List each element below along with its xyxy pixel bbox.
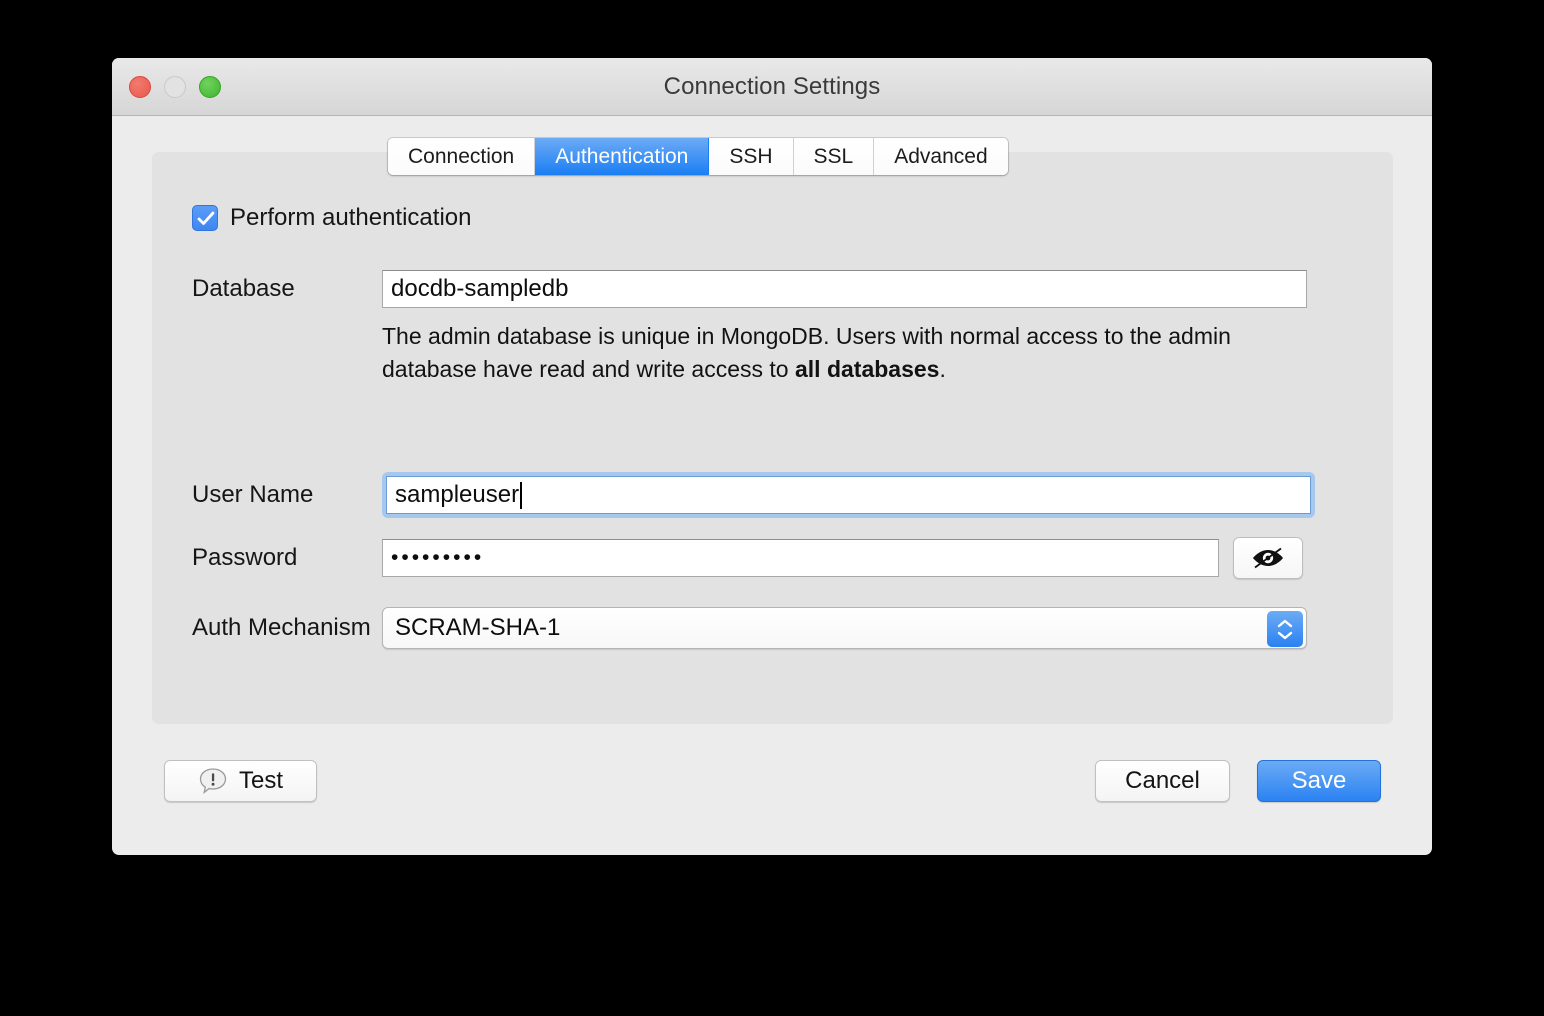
help-text-part2: . xyxy=(939,356,945,382)
username-value: sampleuser xyxy=(395,477,519,513)
check-icon xyxy=(197,211,215,227)
password-input[interactable]: ••••••••• xyxy=(382,539,1219,577)
cancel-button[interactable]: Cancel xyxy=(1095,760,1230,802)
alert-bubble-icon xyxy=(198,766,228,796)
auth-mechanism-select[interactable]: SCRAM-SHA-1 xyxy=(382,607,1307,649)
window-title: Connection Settings xyxy=(112,58,1432,115)
username-input[interactable]: sampleuser xyxy=(386,476,1311,514)
test-button-label: Test xyxy=(239,767,283,795)
toggle-password-visibility-button[interactable] xyxy=(1233,537,1303,579)
authentication-panel: Perform authentication Database docdb-sa… xyxy=(152,152,1393,724)
username-row: User Name sampleuser xyxy=(192,472,1315,518)
perform-authentication-label: Perform authentication xyxy=(230,204,471,232)
eye-slash-icon xyxy=(1250,546,1286,570)
database-row: Database docdb-sampledb xyxy=(192,270,1307,308)
stepper-arrows[interactable] xyxy=(1267,611,1303,647)
chevron-down-icon xyxy=(1277,631,1293,640)
save-button[interactable]: Save xyxy=(1257,760,1381,802)
cancel-button-label: Cancel xyxy=(1125,767,1200,795)
text-caret xyxy=(520,482,522,509)
username-focus-ring: sampleuser xyxy=(382,472,1315,518)
chevron-up-icon xyxy=(1277,619,1293,628)
password-row: Password ••••••••• xyxy=(192,537,1303,579)
database-input[interactable]: docdb-sampledb xyxy=(382,270,1307,308)
window-titlebar: Connection Settings xyxy=(112,58,1432,116)
tab-bar: Connection Authentication SSH SSL Advanc… xyxy=(388,138,1008,175)
help-text-bold: all databases xyxy=(795,356,939,382)
database-label: Database xyxy=(192,275,382,303)
database-help-text: The admin database is unique in MongoDB.… xyxy=(382,320,1317,386)
username-label: User Name xyxy=(192,481,382,509)
tab-connection[interactable]: Connection xyxy=(388,138,535,175)
perform-authentication-row[interactable]: Perform authentication xyxy=(192,204,471,232)
tab-ssl[interactable]: SSL xyxy=(794,138,875,175)
tab-advanced[interactable]: Advanced xyxy=(874,138,1007,175)
perform-authentication-checkbox[interactable] xyxy=(192,205,218,231)
auth-mechanism-value: SCRAM-SHA-1 xyxy=(395,614,560,642)
connection-settings-window: Connection Settings Connection Authentic… xyxy=(112,58,1432,855)
save-button-label: Save xyxy=(1292,767,1347,795)
password-label: Password xyxy=(192,544,382,572)
auth-mechanism-label: Auth Mechanism xyxy=(192,614,382,642)
auth-mechanism-row: Auth Mechanism SCRAM-SHA-1 xyxy=(192,607,1307,649)
tab-ssh[interactable]: SSH xyxy=(709,138,793,175)
tab-authentication[interactable]: Authentication xyxy=(535,138,709,175)
test-button[interactable]: Test xyxy=(164,760,317,802)
